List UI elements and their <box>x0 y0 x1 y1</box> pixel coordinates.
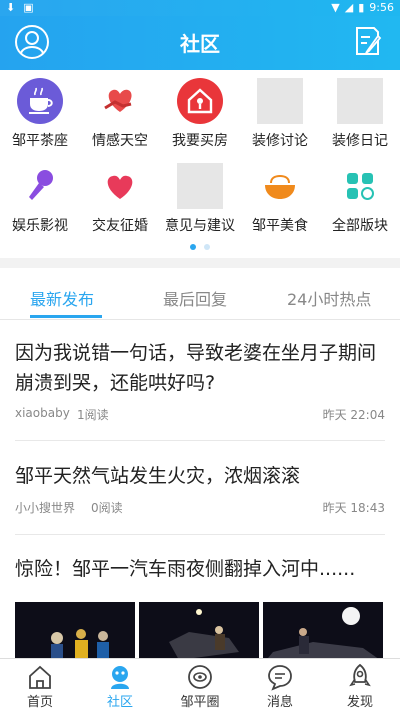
nav-zouping-circle[interactable]: 邹平圈 <box>160 659 240 710</box>
image-placeholder-icon <box>257 78 303 124</box>
post-time: 昨天 22:04 <box>322 408 385 422</box>
edit-note-icon[interactable] <box>352 25 384 57</box>
hearts-icon <box>97 163 143 209</box>
post-meta: 小小搜世界 0阅读 昨天 18:43 <box>15 499 385 517</box>
all-blocks-icon <box>337 163 383 209</box>
pager-dot[interactable] <box>204 244 210 250</box>
category-zouping-teahouse[interactable]: 邹平茶座 <box>0 70 80 155</box>
post-image[interactable] <box>15 602 135 658</box>
category-label: 全部版块 <box>332 218 388 234</box>
feed-tabs: 最新发布 最后回复 24小时热点 <box>0 268 400 320</box>
post-read-count: 1阅读 <box>77 408 109 422</box>
noodle-bowl-icon <box>257 163 303 209</box>
app-header: 社区 <box>0 16 400 70</box>
clock: 9:56 <box>369 1 394 14</box>
post-feed: 因为我说错一句话，导致老婆在坐月子期间崩溃到哭，还能哄好吗? xiaobaby … <box>0 320 400 658</box>
nav-community[interactable]: 社区 <box>80 659 160 710</box>
list-item[interactable]: 惊险！邹平一汽车雨夜侧翻掉入河中...... <box>15 554 385 658</box>
post-time: 昨天 18:43 <box>322 501 385 515</box>
tea-cup-icon <box>17 78 63 124</box>
category-label: 我要买房 <box>172 133 228 149</box>
category-label: 装修讨论 <box>252 133 308 149</box>
category-zouping-food[interactable]: 邹平美食 <box>240 155 320 240</box>
category-decoration-diary[interactable]: 装修日记 <box>320 70 400 155</box>
tab-24h-hot[interactable]: 24小时热点 <box>287 286 371 310</box>
post-title[interactable]: 因为我说错一句话，导致老婆在坐月子期间崩溃到哭，还能哄好吗? <box>15 338 385 398</box>
category-label: 装修日记 <box>332 133 388 149</box>
category-dating[interactable]: 交友征婚 <box>80 155 160 240</box>
message-icon <box>268 665 292 691</box>
list-item[interactable]: 邹平天然气站发生火灾，浓烟滚滚 小小搜世界 0阅读 昨天 18:43 <box>15 461 385 535</box>
nav-discover[interactable]: 发现 <box>320 659 400 710</box>
community-icon <box>111 666 129 689</box>
page-title: 社区 <box>180 32 220 56</box>
nav-label: 消息 <box>266 695 293 710</box>
post-author: 小小搜世界 <box>15 501 76 515</box>
category-label: 交友征婚 <box>92 218 148 234</box>
nav-label: 首页 <box>26 695 53 710</box>
home-icon <box>29 665 51 689</box>
pager-dot[interactable] <box>190 244 196 250</box>
image-placeholder-icon <box>177 163 223 209</box>
post-title[interactable]: 邹平天然气站发生火灾，浓烟滚滚 <box>15 461 385 491</box>
bottom-navigation: 首页 社区 邹平圈 消息 发现 <box>0 658 400 710</box>
category-decoration-discussion[interactable]: 装修讨论 <box>240 70 320 155</box>
nav-label: 发现 <box>346 695 373 710</box>
wifi-icon: ▼ <box>331 1 340 14</box>
tab-latest[interactable]: 最新发布 <box>30 286 94 310</box>
post-title[interactable]: 惊险！邹平一汽车雨夜侧翻掉入河中...... <box>15 554 385 584</box>
nav-label: 邹平圈 <box>180 695 220 710</box>
category-label: 情感天空 <box>92 133 148 149</box>
heart-hand-icon <box>97 78 143 124</box>
category-label: 娱乐影视 <box>12 218 68 234</box>
post-thumbnails <box>15 602 385 658</box>
category-emotion-sky[interactable]: 情感天空 <box>80 70 160 155</box>
microphone-icon <box>17 163 63 209</box>
list-item[interactable]: 因为我说错一句话，导致老婆在坐月子期间崩溃到哭，还能哄好吗? xiaobaby … <box>15 338 385 441</box>
category-label: 意见与建议 <box>165 218 235 234</box>
tab-last-reply[interactable]: 最后回复 <box>163 286 227 310</box>
pager-dots <box>0 244 400 250</box>
active-tab-indicator <box>30 315 102 318</box>
category-buy-house[interactable]: 我要买房 <box>160 70 240 155</box>
rocket-icon <box>349 663 371 687</box>
signal-icon: ◢ <box>344 1 354 14</box>
post-author: xiaobaby <box>15 406 70 420</box>
post-read-count: 0阅读 <box>91 501 123 515</box>
category-grid: 邹平茶座 情感天空 我要买房 装修讨论 装修日记 娱乐影视 交友征婚 意见与建议 <box>0 70 400 258</box>
category-label: 邹平美食 <box>252 218 308 234</box>
house-key-icon <box>177 78 223 124</box>
battery-icon: ▮ <box>358 1 365 14</box>
nav-home[interactable]: 首页 <box>0 659 80 710</box>
image-placeholder-icon <box>337 78 383 124</box>
notification-icon: ▣ <box>23 1 34 14</box>
download-icon: ⬇ <box>6 1 16 14</box>
nav-messages[interactable]: 消息 <box>240 659 320 710</box>
post-image[interactable] <box>263 602 383 658</box>
category-label: 邹平茶座 <box>12 133 68 149</box>
circle-eye-icon <box>188 665 212 689</box>
post-meta: xiaobaby 1阅读 昨天 22:04 <box>15 406 385 424</box>
category-feedback[interactable]: 意见与建议 <box>160 155 240 240</box>
nav-label: 社区 <box>106 695 133 710</box>
category-all-blocks[interactable]: 全部版块 <box>320 155 400 240</box>
status-bar: ⬇ ▣ ▼ ◢ ▮ 9:56 <box>0 0 400 16</box>
post-image[interactable] <box>139 602 259 658</box>
category-entertainment[interactable]: 娱乐影视 <box>0 155 80 240</box>
